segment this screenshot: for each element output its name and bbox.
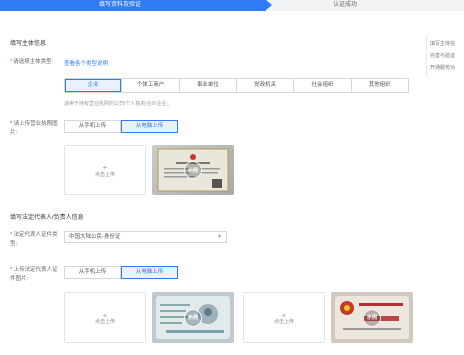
step-current: 填写资料及验证 — [0, 0, 272, 11]
chevron-down-icon: ▼ — [217, 234, 222, 240]
cert-back-upload-box[interactable]: + 点击上传 — [243, 292, 325, 343]
license-from-computer-button[interactable]: 从电脑上传 — [121, 120, 178, 133]
cert-front-upload-box[interactable]: + 点击上传 — [64, 292, 146, 343]
side-step-2: 完善与验证 — [430, 53, 456, 59]
section-title-entity: 填写主体信息 — [10, 41, 47, 47]
upload-text: 点击上传 — [94, 319, 115, 326]
entity-type-option-enterprise[interactable]: 企业 — [65, 79, 122, 92]
entity-type-label: *请选择主体类型: — [10, 59, 54, 65]
cert-type-value: 中国大陆公民-身份证 — [69, 234, 121, 240]
type-description-link[interactable]: 查看各个类型说明 — [64, 59, 108, 67]
entity-type-label-text: 请选择主体类型: — [13, 59, 54, 65]
cert-from-phone-button[interactable]: 从手机上传 — [64, 266, 121, 279]
entity-type-option-other[interactable]: 其他组织 — [350, 79, 408, 92]
entity-type-option-institution[interactable]: 事业单位 — [178, 79, 236, 92]
sample-badge: 示例 — [184, 308, 202, 327]
side-step-1: 填写主体信 — [430, 41, 456, 47]
license-label-text: * 请上传营业执照图片: — [10, 121, 58, 136]
sample-badge-text: 示例 — [366, 315, 377, 321]
sample-badge-text: 示例 — [187, 167, 198, 174]
entity-type-option-party-gov[interactable]: 党政机关 — [235, 79, 294, 92]
section-title-legal-rep: 填写法定代表人/负责人信息 — [10, 215, 84, 221]
upload-text: 点击上传 — [94, 171, 115, 178]
step-next: 认证成功 — [332, 2, 357, 8]
cert-type-select[interactable]: 中国大陆公民-身份证 ▼ — [64, 231, 227, 243]
sample-badge: 示例 — [363, 308, 381, 327]
sample-badge-text: 示例 — [187, 315, 198, 321]
entity-type-option-individual[interactable]: 个体工商户 — [121, 79, 179, 92]
id-card-back-sample-image: 示例 — [152, 292, 234, 343]
entity-type-option-social-org[interactable]: 社会组织 — [293, 79, 351, 92]
license-from-phone-button[interactable]: 从手机上传 — [64, 120, 121, 133]
license-sample-image: 示例 — [152, 145, 234, 195]
sample-badge: 示例 — [184, 161, 202, 179]
progress-steps: 填写资料及验证 认证成功 — [0, 0, 464, 11]
cert-upload-toggle: 从手机上传 从电脑上传 — [64, 266, 178, 279]
license-upload-box[interactable]: + 点击上传 — [64, 145, 146, 195]
license-upload-toggle: 从手机上传 从电脑上传 — [64, 120, 178, 133]
upload-text: 点击上传 — [273, 319, 294, 326]
side-divider — [426, 36, 427, 76]
id-card-front-sample-image: 示例 — [331, 292, 413, 343]
cert-image-label: * 上传法定代表人证件图片: — [10, 266, 62, 284]
cert-type-label: * 法定代表人证件类型: — [10, 231, 62, 249]
entity-type-selector: 企业 个体工商户 事业单位 党政机关 社会组织 其他组织 — [64, 78, 409, 93]
license-label: * 请上传营业执照图片: — [10, 120, 60, 138]
cert-from-computer-button[interactable]: 从电脑上传 — [121, 266, 178, 279]
side-step-3: 开通服务功 — [430, 65, 456, 71]
entity-type-hint: 适用于持有营业执照的公司/个人独资/合伙企业。 — [64, 101, 172, 107]
cert-image-label-text: * 上传法定代表人证件图片: — [10, 267, 58, 282]
cert-type-label-text: * 法定代表人证件类型: — [10, 232, 58, 247]
